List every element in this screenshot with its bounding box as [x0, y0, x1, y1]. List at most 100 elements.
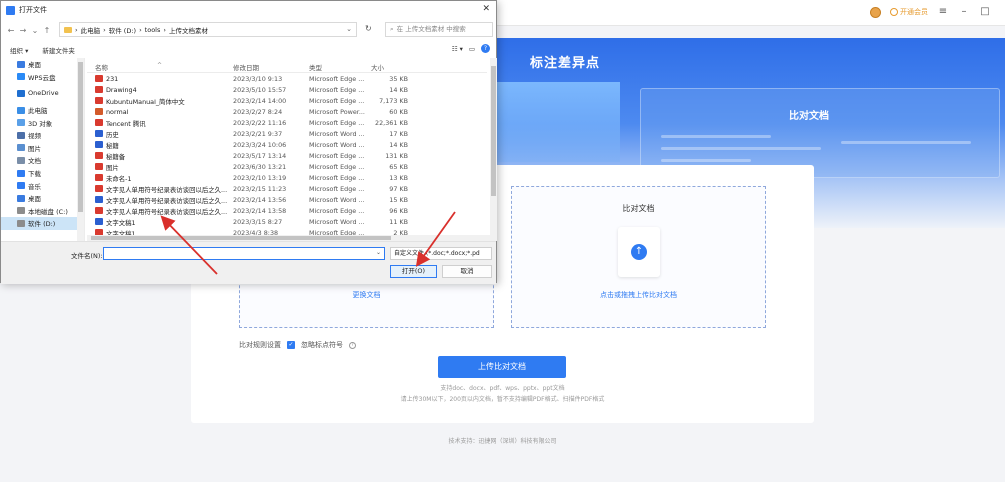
column-header-type[interactable]: 类型	[309, 62, 322, 72]
nav-item-label: WPS云盘	[28, 73, 56, 82]
file-size: 96 KB	[389, 207, 408, 215]
file-type: Microsoft Edge ...	[309, 163, 365, 171]
back-icon[interactable]: ←	[5, 26, 17, 35]
file-size: 15 KB	[389, 196, 408, 204]
word-icon	[95, 196, 103, 203]
address-bar[interactable]: › 此电脑 › 软件 (D:) › tools › 上传文档素材 ⌄	[59, 22, 357, 37]
upload-compare-link[interactable]: 点击或拖拽上传比对文档	[512, 290, 765, 300]
footer-text: 技术支持：迅捷网（深圳）科技有限公司	[448, 438, 557, 445]
compare-upload-box[interactable]: 比对文档 ↑ 点击或拖拽上传比对文档	[511, 186, 766, 328]
breadcrumb-item[interactable]: 软件 (D:)	[109, 25, 136, 35]
menu-icon[interactable]: ≡	[937, 6, 949, 18]
refresh-icon[interactable]: ↻	[365, 24, 372, 33]
file-date: 2023/2/21 9:37	[233, 130, 283, 138]
file-row[interactable]: 秘籍 2023/3/24 10:06 Microsoft Word ... 14 KB	[87, 140, 487, 151]
view-options-icon[interactable]: ☷ ▾	[452, 45, 463, 53]
file-scrollbar-thumb[interactable]	[491, 66, 496, 196]
file-row[interactable]: 图片 2023/6/30 13:21 Microsoft Edge ... 65 KB	[87, 162, 487, 173]
file-date: 2023/5/10 15:57	[233, 86, 287, 94]
horizontal-scrollbar-thumb[interactable]	[91, 236, 391, 240]
cloud-icon	[17, 89, 25, 97]
pdf-icon	[95, 185, 103, 192]
breadcrumb-item[interactable]: 此电脑	[81, 25, 101, 35]
nav-item[interactable]: 视频	[1, 129, 84, 142]
file-type: Microsoft Edge ...	[309, 75, 365, 83]
dialog-toolbar: 组织 ▾ 新建文件夹 ☷ ▾ ▭ ?	[1, 43, 496, 56]
upload-compare-button[interactable]: 上传比对文档	[438, 356, 566, 378]
app-top-right: 开通会员 ≡ – □	[870, 6, 991, 18]
file-row[interactable]: 231 2023/3/10 9:13 Microsoft Edge ... 35 KB	[87, 74, 487, 85]
preview-pane-icon[interactable]: ▭	[469, 45, 475, 53]
column-header-name[interactable]: 名称	[95, 62, 108, 72]
user-avatar[interactable]	[870, 6, 881, 18]
nav-item[interactable]: WPS云盘	[1, 71, 84, 84]
filetype-select[interactable]: 自定义文件 (*.doc;*.docx;*.pd	[390, 247, 492, 260]
nav-item[interactable]: 3D 对象	[1, 116, 84, 129]
pdf-icon	[95, 97, 103, 104]
file-scrollbar[interactable]	[490, 58, 497, 241]
chevron-down-icon[interactable]: ⌄	[376, 249, 381, 256]
column-header-date[interactable]: 修改日期	[233, 62, 259, 72]
nav-item[interactable]: 下载	[1, 167, 84, 180]
file-row[interactable]: 历史 2023/2/21 9:37 Microsoft Word ... 17 KB	[87, 129, 487, 140]
open-button[interactable]: 打开(O)	[390, 265, 437, 278]
picture-icon	[17, 144, 25, 152]
minimize-icon[interactable]: –	[958, 6, 970, 18]
nav-item[interactable]: 音乐	[1, 179, 84, 192]
nav-item[interactable]: 此电脑	[1, 104, 84, 117]
filename-label: 文件名(N):	[71, 252, 103, 260]
recent-chevron-icon[interactable]: ⌄	[29, 26, 41, 35]
file-row[interactable]: 未命名-1 2023/2/10 13:19 Microsoft Edge ... 13…	[87, 173, 487, 184]
nav-scrollbar[interactable]	[77, 58, 84, 241]
breadcrumb-item[interactable]: 上传文档素材	[169, 25, 208, 35]
ignore-punct-checkbox[interactable]: ✓	[287, 341, 295, 349]
filename-input[interactable]: ⌄	[103, 247, 385, 260]
filetype-value: 自定义文件 (*.doc;*.docx;*.pd	[394, 250, 480, 257]
file-size: 14 KB	[389, 86, 408, 94]
dialog-titlebar[interactable]: 打开文件 ✕	[1, 1, 496, 19]
file-row[interactable]: Drawing4 2023/5/10 15:57 Microsoft Edge ..…	[87, 85, 487, 96]
pdf-icon	[95, 75, 103, 82]
nav-item[interactable]: 桌面	[1, 58, 84, 71]
address-row: ← → ⌄ ↑ › 此电脑 › 软件 (D:) › tools › 上传文档素材…	[1, 21, 496, 39]
vip-button[interactable]: 开通会员	[890, 7, 928, 17]
upload-tile[interactable]: ↑	[618, 227, 660, 277]
nav-item[interactable]: 图片	[1, 142, 84, 155]
ignore-punct-label: 忽略标点符号	[301, 341, 343, 349]
search-input[interactable]: ⌕ 在 上传文档素材 中搜索	[385, 22, 493, 37]
file-list: 231 2023/3/10 9:13 Microsoft Edge ... 35 KB…	[87, 74, 487, 239]
file-type: Microsoft Word ...	[309, 196, 365, 204]
file-row[interactable]: 文字见人单用符号纪录表访谈回以后之久... 2023/2/15 11:23 Micr…	[87, 184, 487, 195]
breadcrumb-item[interactable]: tools	[145, 26, 161, 34]
nav-item[interactable]: 桌面	[1, 192, 84, 205]
forward-icon[interactable]: →	[17, 26, 29, 35]
file-row[interactable]: KubuntuManual_简体中文 2023/2/14 14:00 Microso…	[87, 96, 487, 107]
file-row[interactable]: 秘籍备 2023/5/17 13:14 Microsoft Edge ... 131 …	[87, 151, 487, 162]
column-header-size[interactable]: 大小	[371, 62, 384, 72]
close-icon[interactable]: ✕	[482, 4, 490, 14]
file-row[interactable]: 文字见人单用符号纪录表访谈回以后之久... 2023/2/14 13:56 Micr…	[87, 195, 487, 206]
app-icon	[6, 5, 15, 15]
nav-item[interactable]: OneDrive	[1, 87, 84, 100]
up-icon[interactable]: ↑	[41, 26, 53, 35]
open-file-dialog: 打开文件 ✕ ← → ⌄ ↑ › 此电脑 › 软件 (D:) › tools ›…	[0, 0, 497, 284]
chevron-down-icon[interactable]: ⌄	[346, 25, 352, 33]
change-document-link[interactable]: 更换文档	[240, 290, 493, 300]
cancel-button[interactable]: 取消	[442, 265, 492, 278]
file-size: 60 KB	[389, 108, 408, 116]
help-icon[interactable]: ?	[349, 341, 356, 349]
nav-item[interactable]: 软件 (D:)	[1, 217, 84, 230]
nav-scrollbar-thumb[interactable]	[78, 62, 83, 212]
file-row[interactable]: 文字见人单用符号纪录表访谈回以后之久... 2023/2/14 13:58 Micr…	[87, 206, 487, 217]
maximize-icon[interactable]: □	[979, 6, 991, 18]
file-row[interactable]: 文字文稿1 2023/3/15 8:27 Microsoft Word ... 11 …	[87, 217, 487, 228]
nav-item[interactable]: 本地磁盘 (C:)	[1, 205, 84, 218]
file-size: 65 KB	[389, 163, 408, 171]
word-icon	[95, 218, 103, 225]
organize-button[interactable]: 组织 ▾	[10, 45, 28, 55]
file-row[interactable]: normal 2023/2/27 8:24 Microsoft Power... 60…	[87, 107, 487, 118]
nav-item[interactable]: 文档	[1, 154, 84, 167]
new-folder-button[interactable]: 新建文件夹	[42, 45, 75, 55]
help-icon[interactable]: ?	[481, 44, 490, 53]
file-row[interactable]: Tencent 腾讯 2023/2/22 11:16 Microsoft Edge …	[87, 118, 487, 129]
